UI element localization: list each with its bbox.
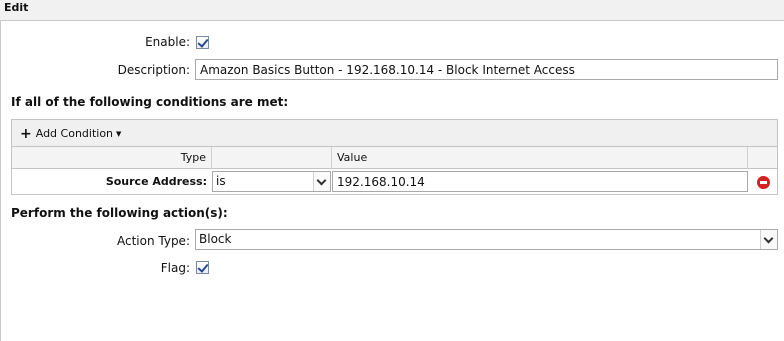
enable-checkbox[interactable] xyxy=(196,36,209,49)
add-condition-button[interactable]: + Add Condition ▼ xyxy=(20,126,121,142)
column-header-type: Type xyxy=(12,147,212,169)
action-type-select[interactable]: Block xyxy=(195,229,778,250)
description-label: Description: xyxy=(117,63,190,77)
flag-label: Flag: xyxy=(160,261,190,275)
column-header-actions xyxy=(748,147,777,169)
grid-toolbar: + Add Condition ▼ xyxy=(12,120,777,147)
description-input[interactable] xyxy=(195,59,778,80)
condition-operator-value: is xyxy=(216,174,226,188)
window-title: Edit xyxy=(0,0,784,21)
column-header-operator xyxy=(212,147,332,169)
remove-icon[interactable] xyxy=(757,176,770,189)
conditions-section-title: If all of the following conditions are m… xyxy=(11,95,289,109)
enable-label: Enable: xyxy=(145,35,190,49)
conditions-grid: + Add Condition ▼ Type Value Source Addres… xyxy=(11,119,778,195)
condition-type: Source Address: xyxy=(105,175,207,188)
chevron-down-icon xyxy=(313,172,330,191)
flag-checkbox[interactable] xyxy=(196,261,209,274)
table-row: Source Address: is xyxy=(12,170,777,195)
condition-value-input[interactable] xyxy=(332,171,748,192)
action-type-label: Action Type: xyxy=(116,234,190,248)
chevron-down-icon xyxy=(760,230,777,249)
condition-operator-select[interactable]: is xyxy=(212,171,331,192)
plus-icon: + xyxy=(20,126,32,142)
add-condition-label: Add Condition xyxy=(35,127,114,140)
actions-section-title: Perform the following action(s): xyxy=(11,206,228,220)
panel-border xyxy=(0,21,1,341)
column-header-value: Value xyxy=(332,147,748,169)
action-type-value: Block xyxy=(199,232,232,246)
caret-down-icon: ▼ xyxy=(116,130,122,138)
